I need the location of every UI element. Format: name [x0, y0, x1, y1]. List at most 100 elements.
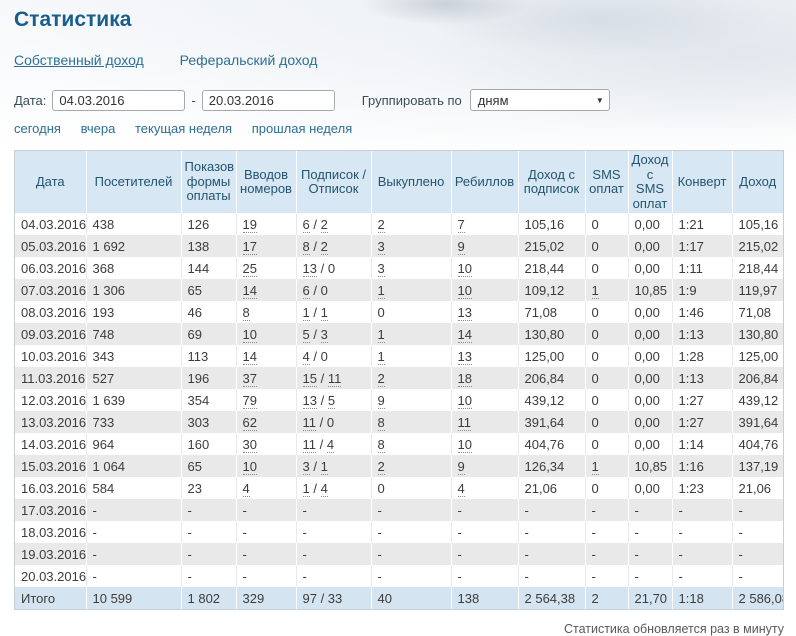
stat-link[interactable]: 1 — [321, 459, 328, 475]
stat-link[interactable]: 3 — [321, 327, 328, 343]
quicklink-yesterday[interactable]: вчера — [81, 121, 116, 136]
table-cell: - — [296, 521, 371, 543]
stat-link[interactable]: 1 — [321, 305, 328, 321]
stat-link[interactable]: 4 — [458, 481, 465, 497]
table-cell: 10 — [451, 279, 518, 301]
stat-link[interactable]: 19 — [243, 217, 257, 233]
table-row: 04.03.2016438126196 / 227105,1600,001:21… — [15, 213, 783, 235]
stat-link[interactable]: 10 — [458, 283, 472, 299]
stat-link[interactable]: 6 — [303, 217, 310, 233]
stat-link[interactable]: 17 — [243, 239, 257, 255]
stat-link[interactable]: 3 — [378, 239, 385, 255]
stat-link[interactable]: 7 — [458, 217, 465, 233]
stat-link[interactable]: 1 — [303, 481, 310, 497]
stat-link[interactable]: 1 — [592, 283, 599, 299]
tab-own-income[interactable]: Собственный доход — [14, 52, 144, 68]
stat-link[interactable]: 13 — [303, 261, 317, 277]
table-cell: 0,00 — [628, 301, 672, 323]
stat-link[interactable]: 4 — [303, 349, 310, 365]
column-header: Доход с SMS оплат — [628, 151, 672, 213]
stat-link[interactable]: 10 — [458, 437, 472, 453]
stat-link[interactable]: 8 — [378, 415, 385, 431]
quicklink-today[interactable]: сегодня — [14, 121, 61, 136]
stat-link[interactable]: 14 — [243, 283, 257, 299]
stat-link[interactable]: 11 — [458, 415, 472, 431]
table-cell: - — [236, 521, 296, 543]
total-cell: 329 — [236, 587, 296, 609]
table-cell: 3 — [371, 257, 451, 279]
stat-link[interactable]: 3 — [378, 261, 385, 277]
stat-link[interactable]: 18 — [458, 371, 472, 387]
stat-link[interactable]: 2 — [378, 371, 385, 387]
stat-link[interactable]: 13 — [458, 349, 472, 365]
table-cell: 105,16 — [518, 213, 585, 235]
stat-link[interactable]: 13 — [303, 393, 317, 409]
stat-link[interactable]: 11 — [328, 371, 342, 387]
total-cell: 2 586,08 — [732, 587, 783, 609]
stat-link[interactable]: 4 — [243, 481, 250, 497]
stat-link[interactable]: 9 — [458, 459, 465, 475]
stat-link[interactable]: 8 — [303, 239, 310, 255]
stat-link[interactable]: 79 — [243, 393, 257, 409]
stat-link[interactable]: 5 — [303, 327, 310, 343]
stat-link[interactable]: 2 — [321, 217, 328, 233]
stat-link[interactable]: 1 — [378, 349, 385, 365]
stat-link[interactable]: 1 — [303, 305, 310, 321]
table-cell: - — [628, 565, 672, 587]
quicklink-last-week[interactable]: прошлая неделя — [252, 121, 353, 136]
stat-link[interactable]: 1 — [378, 283, 385, 299]
stat-link[interactable]: 37 — [243, 371, 257, 387]
stat-link[interactable]: 2 — [321, 239, 328, 255]
stat-link[interactable]: 4 — [321, 481, 328, 497]
stat-link[interactable]: 10 — [458, 393, 472, 409]
stat-link[interactable]: 30 — [243, 437, 257, 453]
table-cell: 0,00 — [628, 367, 672, 389]
stat-link[interactable]: 5 — [328, 393, 335, 409]
table-cell: - — [236, 565, 296, 587]
stat-link[interactable]: 14 — [458, 327, 472, 343]
stat-link[interactable]: 6 — [303, 283, 310, 299]
stat-link[interactable]: 10 — [243, 327, 257, 343]
stat-link[interactable]: 62 — [243, 415, 257, 431]
stat-link[interactable]: 11 — [303, 437, 317, 453]
stat-link[interactable]: 8 — [378, 437, 385, 453]
table-cell: 18 — [451, 367, 518, 389]
stat-link[interactable]: 2 — [378, 217, 385, 233]
table-cell: - — [86, 499, 181, 521]
table-cell: 391,64 — [518, 411, 585, 433]
table-cell: 438 — [86, 213, 181, 235]
stat-link[interactable]: 13 — [458, 305, 472, 321]
column-header: Показов формы оплаты — [181, 151, 236, 213]
date-to-input[interactable] — [202, 90, 335, 111]
stat-link[interactable]: 10 — [458, 261, 472, 277]
stat-link[interactable]: 1 — [592, 459, 599, 475]
stat-link[interactable]: 10 — [243, 459, 257, 475]
table-cell: - — [451, 565, 518, 587]
stat-link[interactable]: 9 — [458, 239, 465, 255]
table-cell: 2 — [371, 367, 451, 389]
stat-link[interactable]: 11 — [303, 415, 317, 431]
date-from-input[interactable] — [52, 90, 185, 111]
stat-link[interactable]: 3 — [303, 459, 310, 475]
quicklink-current-week[interactable]: текущая неделя — [135, 121, 232, 136]
stat-link[interactable]: 9 — [378, 393, 385, 409]
table-cell: 3 — [371, 235, 451, 257]
stat-link[interactable]: 1 — [378, 327, 385, 343]
table-cell: 113 — [181, 345, 236, 367]
group-by-select[interactable]: дням ▼ — [470, 89, 610, 111]
table-cell: 119,97 — [732, 279, 783, 301]
table-cell: 10 — [236, 323, 296, 345]
table-cell: - — [672, 521, 732, 543]
stat-link[interactable]: 8 — [243, 305, 250, 321]
stat-link[interactable]: 4 — [327, 437, 334, 453]
table-row: 16.03.20165842341 / 40421,0600,001:2321,… — [15, 477, 783, 499]
tab-referral-income[interactable]: Реферальский доход — [180, 52, 318, 68]
stat-link[interactable]: 15 — [303, 371, 317, 387]
stat-link[interactable]: 25 — [243, 261, 257, 277]
table-cell: 6 / 0 — [296, 279, 371, 301]
table-cell: 109,12 — [518, 279, 585, 301]
column-header: Вводов номеров — [236, 151, 296, 213]
table-cell: 4 — [451, 477, 518, 499]
stat-link[interactable]: 14 — [243, 349, 257, 365]
stat-link[interactable]: 2 — [378, 459, 385, 475]
